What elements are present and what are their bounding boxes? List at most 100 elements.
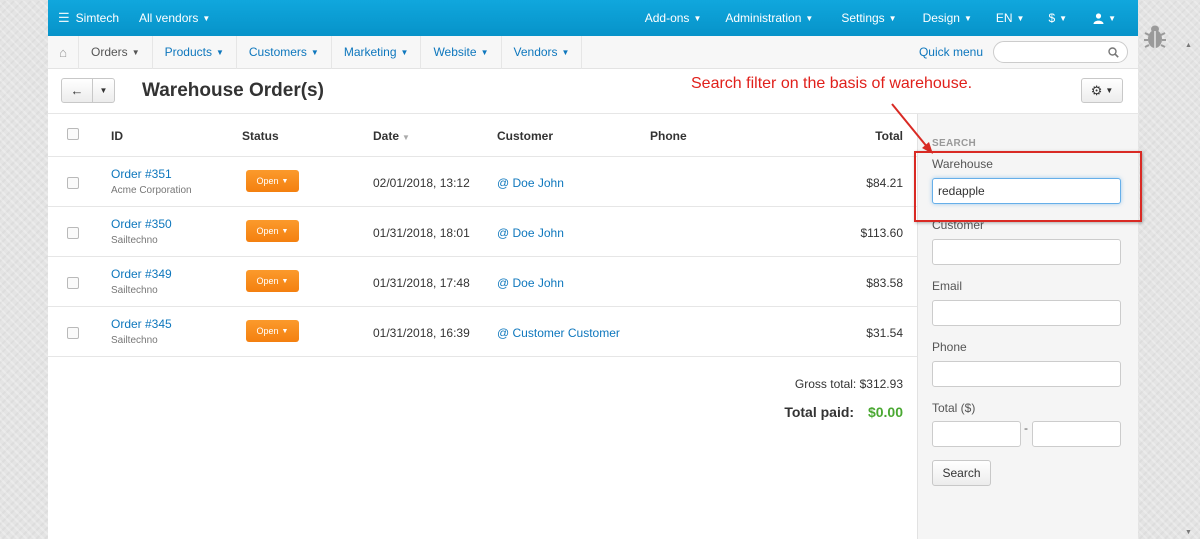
chevron-down-icon: ▼ [805,13,814,23]
table-header: ID Status Date ▼ Customer Phone Total [48,114,917,157]
menu-addons[interactable]: Add-ons ▼ [635,0,712,36]
table-row: Order #345 Sailtechno Open ▼ 01/31/2018, … [48,307,917,357]
nav-customers[interactable]: Customers ▼ [235,35,331,69]
chevron-down-icon: ▼ [215,47,224,57]
chevron-down-icon: ▼ [281,177,289,185]
nav-vendors[interactable]: Vendors ▼ [500,35,583,69]
total-from-input[interactable] [932,421,1021,447]
total-to-input[interactable] [1032,421,1121,447]
order-link[interactable]: Order #351 [111,167,172,181]
row-checkbox[interactable] [67,177,79,189]
chevron-down-icon: ▼ [281,227,289,235]
phone-input[interactable] [932,361,1121,387]
order-date: 01/31/2018, 18:01 [373,226,470,240]
store-switcher[interactable]: ☰ Simtech [48,0,129,36]
select-all-checkbox[interactable] [67,128,79,140]
sub-navigation: ⌂ Orders ▼ Products ▼ Customers ▼ Market… [48,35,1138,69]
order-link[interactable]: Order #349 [111,267,172,281]
total-paid-label: Total paid: [784,404,855,420]
chevron-down-icon: ▼ [99,86,108,95]
col-date[interactable]: Date ▼ [373,129,410,143]
row-checkbox[interactable] [67,277,79,289]
gross-total-label: Gross total: [794,377,857,391]
nav-orders[interactable]: Orders ▼ [78,35,152,69]
top-bar: ☰ Simtech All vendors ▼ Add-ons ▼ Admini… [48,0,1138,36]
email-input[interactable] [932,300,1121,326]
customer-label: Customer [932,218,985,232]
chevron-down-icon: ▼ [131,47,140,57]
chevron-down-icon: ▼ [281,327,289,335]
status-dropdown[interactable]: Open ▼ [246,170,299,192]
settings-gear-button[interactable]: ⚙ ▼ [1081,78,1123,103]
status-label: Open [256,176,279,186]
status-dropdown[interactable]: Open ▼ [246,220,299,242]
nav-products[interactable]: Products ▼ [151,35,236,69]
annotation-text: Search filter on the basis of warehouse. [691,75,973,92]
nav-products-label: Products [164,45,212,59]
menu-currency-label: $ [1048,11,1056,25]
order-company: Acme Corporation [111,185,192,196]
nav-marketing[interactable]: Marketing ▼ [330,35,421,69]
bug-icon[interactable] [1143,20,1167,50]
top-search-input[interactable] [1004,45,1104,59]
nav-marketing-label: Marketing [343,45,397,59]
total-paid-value: $0.00 [867,404,903,420]
gear-icon: ⚙ [1090,82,1103,98]
menu-language[interactable]: EN ▼ [984,0,1037,36]
menu-administration[interactable]: Administration ▼ [711,0,827,36]
menu-user[interactable]: ▼ [1079,0,1138,36]
col-status[interactable]: Status [242,129,279,143]
chevron-down-icon: ▼ [888,13,897,23]
back-button[interactable]: ← [61,78,93,103]
store-name: Simtech [75,11,120,25]
home-icon[interactable]: ⌂ [48,45,78,60]
col-customer[interactable]: Customer [497,129,553,143]
table-row: Order #349 Sailtechno Open ▼ 01/31/2018, … [48,257,917,307]
range-separator: - [1024,421,1028,435]
order-date: 01/31/2018, 17:48 [373,276,470,290]
menu-settings-label: Settings [841,11,885,25]
scroll-down-arrow[interactable]: ▼ [1185,529,1192,536]
customer-link[interactable]: @ Doe John [497,226,564,240]
quick-menu-link[interactable]: Quick menu [919,45,983,59]
nav-website[interactable]: Website ▼ [420,35,500,69]
customer-input[interactable] [932,239,1121,265]
col-total[interactable]: Total [875,129,903,143]
menu-settings[interactable]: Settings ▼ [827,0,910,36]
sidebar-title: SEARCH [932,138,977,149]
order-total: $31.54 [866,326,903,340]
order-link[interactable]: Order #350 [111,217,172,231]
back-arrow-icon: ← [70,83,84,98]
chevron-down-icon: ▼ [310,47,319,57]
vendor-switcher[interactable]: All vendors ▼ [129,0,220,36]
back-dropdown-button[interactable]: ▼ [93,78,115,103]
sort-down-icon: ▼ [402,133,410,142]
menu-icon: ☰ [58,10,70,25]
menu-design[interactable]: Design ▼ [911,0,984,36]
search-sidebar: SEARCH Warehouse Customer Email Phone To… [917,114,1138,539]
customer-link[interactable]: @ Customer Customer [497,326,620,340]
scroll-up-arrow[interactable]: ▲ [1185,42,1192,49]
status-dropdown[interactable]: Open ▼ [246,270,299,292]
row-checkbox[interactable] [67,227,79,239]
user-icon [1093,12,1104,24]
menu-currency[interactable]: $ ▼ [1036,0,1079,36]
warehouse-input[interactable] [932,178,1121,204]
top-search [993,41,1128,63]
nav-website-label: Website [433,45,477,59]
order-link[interactable]: Order #345 [111,317,172,331]
order-company: Sailtechno [111,285,158,296]
email-label: Email [932,279,963,293]
search-icon[interactable] [1108,46,1119,58]
order-date: 01/31/2018, 16:39 [373,326,470,340]
chevron-down-icon: ▼ [1108,13,1116,23]
customer-link[interactable]: @ Doe John [497,276,564,290]
status-dropdown[interactable]: Open ▼ [246,320,299,342]
vendor-label: All vendors [139,11,199,25]
table-row: Order #351 Acme Corporation Open ▼ 02/01/… [48,157,917,207]
row-checkbox[interactable] [67,327,79,339]
customer-link[interactable]: @ Doe John [497,176,564,190]
col-phone[interactable]: Phone [650,129,687,143]
search-button[interactable]: Search [932,460,991,486]
col-id[interactable]: ID [111,129,123,143]
